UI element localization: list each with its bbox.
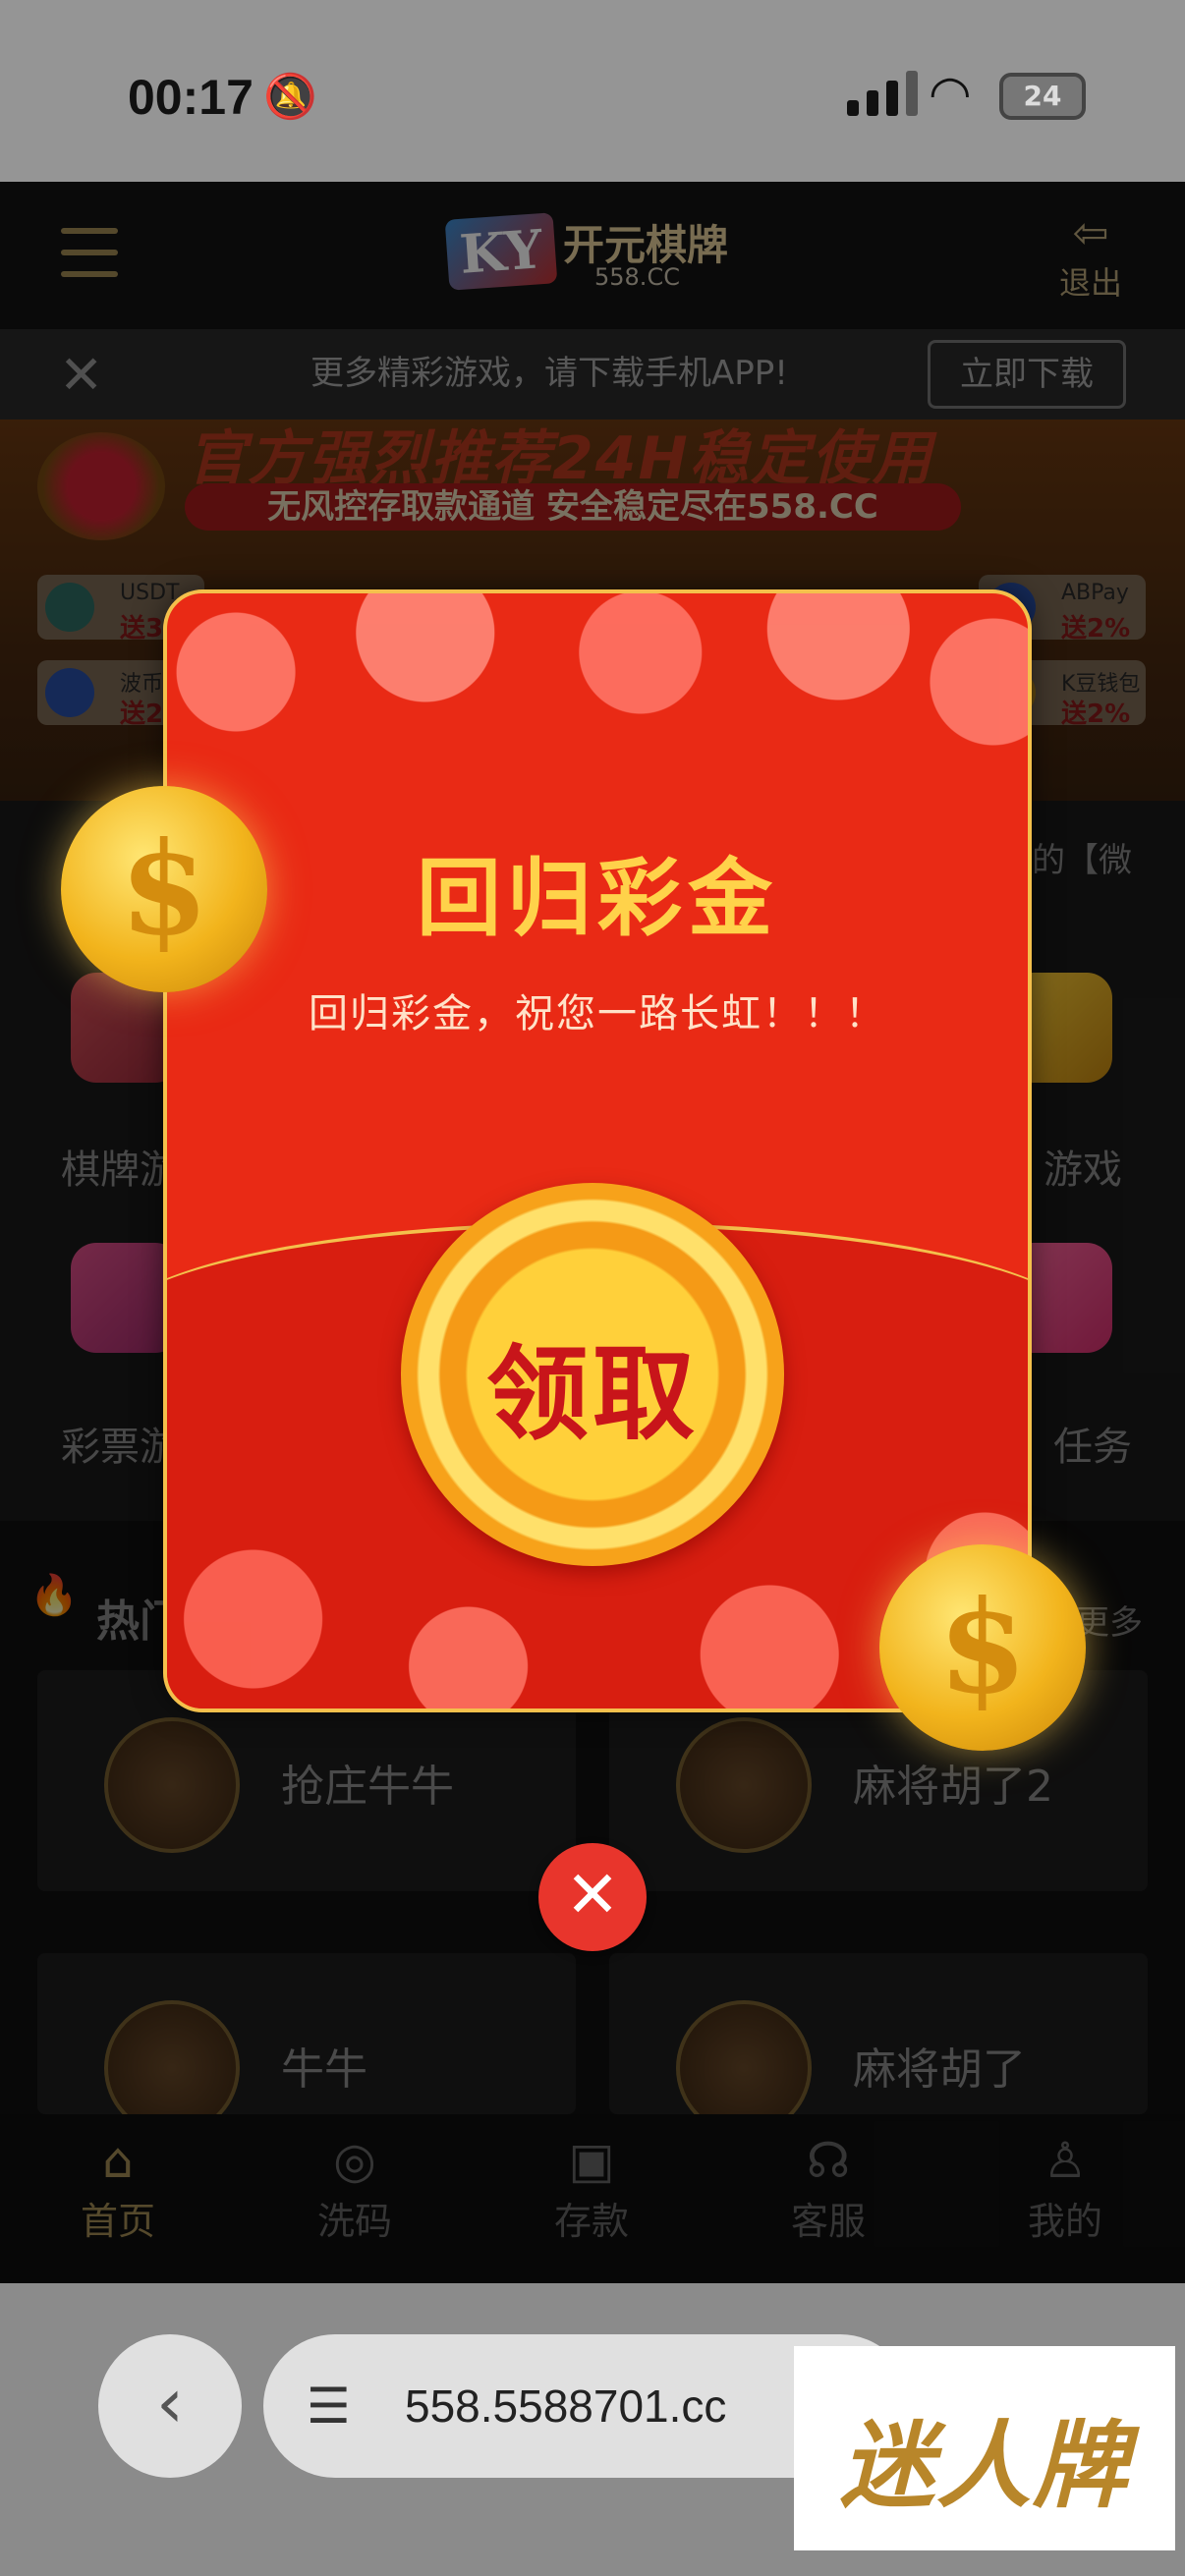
modal-message: 回归彩金，祝您一路长虹！！！ <box>309 991 886 1036</box>
tab-layout-icon: ☰ <box>307 2378 351 2435</box>
watermark-logo: 迷人牌 <box>794 2346 1175 2550</box>
modal-title: 回归彩金 <box>417 850 778 948</box>
wifi-icon: ◠ <box>929 65 972 122</box>
cellular-signal-icon <box>847 71 918 116</box>
gold-coin-icon: $ <box>61 786 267 992</box>
back-chevron-icon[interactable]: ‹ <box>98 2334 242 2478</box>
battery-indicator: 24 <box>999 73 1086 120</box>
close-modal-button[interactable]: ✕ <box>538 1843 647 1951</box>
silent-bell-icon: 🔕 <box>263 72 317 122</box>
flower-decoration <box>167 593 1028 790</box>
claim-button[interactable]: 领取 <box>401 1183 784 1566</box>
status-time: 00:17 <box>128 70 254 125</box>
gold-coin-icon: $ <box>879 1544 1086 1751</box>
claim-label: 领取 <box>485 1334 699 1454</box>
watermark-text: 迷人牌 <box>840 2411 1129 2521</box>
red-envelope-modal: 回归彩金 回归彩金，祝您一路长虹！！！ 领取 <box>163 589 1032 1712</box>
url-text: 558.5588701.cc <box>405 2380 727 2432</box>
